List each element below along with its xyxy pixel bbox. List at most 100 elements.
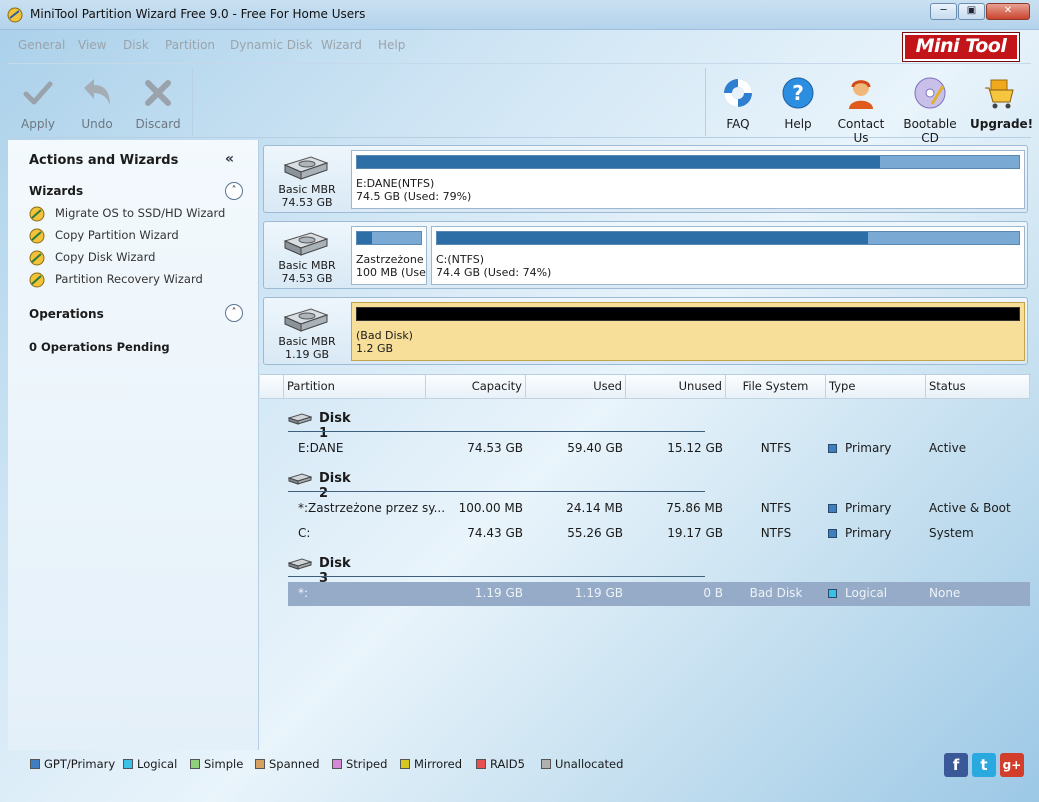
contact-us-button[interactable]: Contact Us: [830, 64, 892, 145]
cell-capacity: 74.43 GB: [467, 526, 523, 540]
primary-type-swatch: [828, 444, 837, 453]
copy-partition-wizard-link[interactable]: Copy Partition Wizard: [29, 227, 229, 245]
column-header-file-system[interactable]: File System: [726, 375, 826, 399]
legend-swatch: [190, 759, 200, 769]
column-header-capacity[interactable]: Capacity: [426, 375, 526, 399]
cell-type: Primary: [828, 441, 891, 455]
restore-button[interactable]: ▣: [958, 3, 985, 20]
table-row[interactable]: *:Zastrzeżone przez sy... 100.00 MB 24.1…: [288, 497, 1030, 521]
operations-collapse-icon[interactable]: ˄: [225, 304, 243, 322]
legend-swatch: [255, 759, 265, 769]
primary-type-swatch: [828, 504, 837, 513]
cell-used: 55.26 GB: [567, 526, 623, 540]
wizard-icon: [29, 272, 45, 288]
discard-button[interactable]: Discard: [134, 64, 182, 138]
partition-block[interactable]: (Bad Disk) 1.2 GB: [351, 302, 1025, 361]
menu-help[interactable]: Help: [378, 38, 405, 52]
facebook-icon[interactable]: f: [944, 753, 968, 777]
partition-block[interactable]: C:(NTFS) 74.4 GB (Used: 74%): [431, 226, 1025, 285]
operations-pending: 0 Operations Pending: [29, 340, 170, 354]
disk-map-row[interactable]: Basic MBR 74.53 GB Zastrzeżone pi 100 MB…: [263, 221, 1028, 289]
apply-button[interactable]: Apply: [16, 64, 60, 138]
menu-general[interactable]: General: [18, 38, 65, 52]
operations-section-title: Operations: [29, 307, 104, 321]
upgrade-button[interactable]: Upgrade!: [970, 64, 1033, 138]
menu-wizard[interactable]: Wizard: [321, 38, 362, 52]
usage-bar-fill: [437, 232, 868, 244]
column-header-partition[interactable]: Partition: [284, 375, 426, 399]
disk-info: Basic MBR 74.53 GB: [264, 222, 350, 288]
faq-button[interactable]: FAQ: [716, 64, 760, 138]
cell-used: 59.40 GB: [567, 441, 623, 455]
support-person-icon: [849, 80, 873, 109]
partition-block[interactable]: E:DANE(NTFS) 74.5 GB (Used: 79%): [351, 150, 1025, 209]
legend-label: Striped: [346, 757, 388, 771]
column-header-type[interactable]: Type: [826, 375, 926, 399]
cell-used: 24.14 MB: [566, 501, 623, 515]
twitter-icon[interactable]: t: [972, 753, 996, 777]
menu-disk[interactable]: Disk: [123, 38, 149, 52]
group-divider: [288, 576, 705, 577]
cell-unused: 19.17 GB: [667, 526, 723, 540]
disk-size: 74.53 GB: [281, 196, 333, 209]
column-header-status[interactable]: Status: [926, 375, 1030, 399]
partition-info: 100 MB (Used:: [356, 266, 426, 279]
migrate-os-wizard-link[interactable]: Migrate OS to SSD/HD Wizard: [29, 205, 229, 223]
minitool-logo[interactable]: Mini Tool: [902, 32, 1020, 62]
cell-partition: E:DANE: [298, 441, 344, 455]
cell-partition: C:: [298, 526, 311, 540]
menu-view[interactable]: View: [78, 38, 106, 52]
menu-partition[interactable]: Partition: [165, 38, 215, 52]
svg-text:?: ?: [792, 81, 804, 105]
disk-map-row[interactable]: Basic MBR 1.19 GB (Bad Disk) 1.2 GB: [263, 297, 1028, 365]
wizards-collapse-icon[interactable]: ˄: [225, 182, 243, 200]
disk-map-row[interactable]: Basic MBR 74.53 GB E:DANE(NTFS) 74.5 GB …: [263, 145, 1028, 213]
wizards-section-title: Wizards: [29, 184, 84, 198]
usage-bar: [356, 155, 1020, 169]
toolbar-separator: [705, 68, 706, 136]
legend-item: Simple: [190, 757, 243, 771]
disk-type: Basic MBR: [278, 183, 336, 196]
hard-disk-icon: [288, 473, 312, 485]
legend-label: Simple: [204, 757, 244, 771]
help-button[interactable]: ? Help: [776, 64, 820, 138]
cell-capacity: 100.00 MB: [458, 501, 523, 515]
wizard-icon: [29, 250, 45, 266]
table-row[interactable]: E:DANE 74.53 GB 59.40 GB 15.12 GB NTFS P…: [288, 437, 1030, 461]
legend-label: Logical: [137, 757, 178, 771]
hard-disk-icon: [283, 156, 329, 180]
collapse-panel-icon[interactable]: «: [225, 151, 234, 167]
legend-label: Spanned: [269, 757, 320, 771]
menu-dynamic-disk[interactable]: Dynamic Disk: [230, 38, 313, 52]
wizard-icon: [29, 228, 45, 244]
cell-file-system: NTFS: [760, 526, 792, 540]
discard-label: Discard: [135, 117, 181, 131]
cell-unused: 15.12 GB: [667, 441, 723, 455]
cell-type: Logical: [828, 586, 887, 600]
google-plus-icon[interactable]: g+: [1000, 753, 1024, 777]
partition-name: E:DANE(NTFS): [356, 177, 435, 190]
table-row[interactable]: C: 74.43 GB 55.26 GB 19.17 GB NTFS Prima…: [288, 522, 1030, 546]
partition-recovery-wizard-link[interactable]: Partition Recovery Wizard: [29, 271, 229, 289]
checkmark-icon: [23, 81, 53, 105]
partition-block[interactable]: Zastrzeżone pi 100 MB (Used:: [351, 226, 427, 285]
column-header-unused[interactable]: Unused: [626, 375, 726, 399]
cell-partition: *:Zastrzeżone przez sy...: [298, 501, 446, 515]
toolbar-separator: [192, 68, 193, 136]
question-icon: ?: [782, 77, 814, 109]
minimize-button[interactable]: ─: [930, 3, 957, 20]
table-row[interactable]: *: 1.19 GB 1.19 GB 0 B Bad Disk Logical …: [288, 582, 1030, 606]
close-button[interactable]: ✕: [986, 3, 1030, 20]
legend-item: Unallocated: [541, 757, 623, 771]
bootable-cd-button[interactable]: Bootable CD: [896, 64, 964, 145]
legend-label: GPT/Primary: [44, 757, 116, 771]
undo-button[interactable]: Undo: [74, 64, 120, 138]
hard-disk-icon: [283, 232, 329, 256]
copy-disk-wizard-link[interactable]: Copy Disk Wizard: [29, 249, 229, 267]
type-label: Primary: [845, 441, 892, 455]
legend-label: RAID5: [490, 757, 525, 771]
disk-type: Basic MBR: [278, 259, 336, 272]
column-header-used[interactable]: Used: [526, 375, 626, 399]
legend-swatch: [123, 759, 133, 769]
cell-file-system: Bad Disk: [749, 586, 803, 600]
